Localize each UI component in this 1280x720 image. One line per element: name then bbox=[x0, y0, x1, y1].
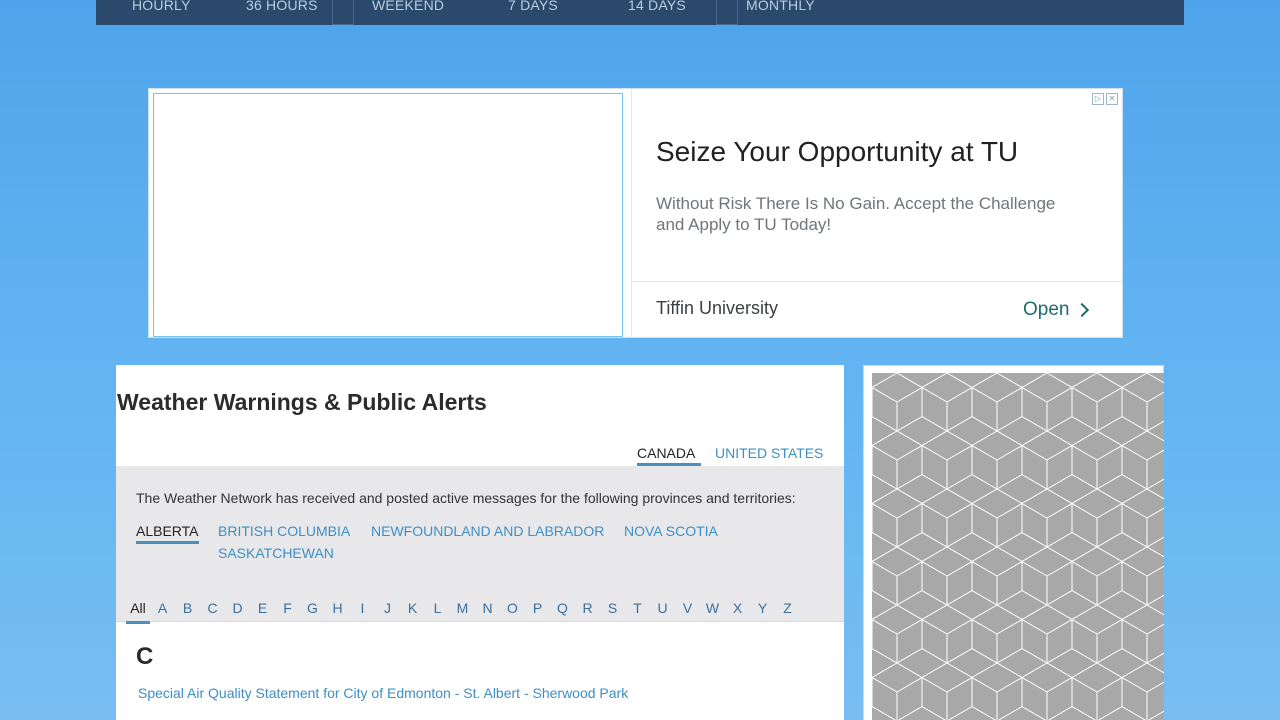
ad-info-icon[interactable]: ▷ bbox=[1092, 93, 1104, 105]
ad-description[interactable]: Without Risk There Is No Gain. Accept th… bbox=[656, 193, 1086, 235]
page-title: Weather Warnings & Public Alerts bbox=[117, 389, 487, 415]
tab-7-days[interactable]: 7 DAYS bbox=[508, 0, 558, 16]
side-ad-image[interactable] bbox=[872, 373, 1164, 720]
ad-advertiser[interactable]: Tiffin University bbox=[656, 298, 778, 319]
letter-filter-n[interactable]: N bbox=[475, 600, 500, 616]
letter-filter-i[interactable]: I bbox=[350, 600, 375, 616]
letter-filter-g[interactable]: G bbox=[300, 600, 325, 616]
province-newfoundland-and-labrador[interactable]: NEWFOUNDLAND AND LABRADOR bbox=[371, 523, 604, 539]
ad-divider bbox=[631, 281, 1122, 282]
letter-filter-b[interactable]: B bbox=[175, 600, 200, 616]
letter-filter-r[interactable]: R bbox=[575, 600, 600, 616]
province-alberta[interactable]: ALBERTA bbox=[136, 523, 199, 544]
tab-36-hours[interactable]: 36 HOURS bbox=[246, 0, 318, 16]
letter-filter-a[interactable]: A bbox=[150, 600, 175, 616]
adchoices[interactable]: ▷ ✕ bbox=[1090, 91, 1120, 107]
letter-section-heading: C bbox=[136, 643, 154, 670]
side-ad-slot[interactable] bbox=[863, 365, 1164, 720]
sponsored-ad[interactable]: ▷ ✕ Seize Your Opportunity at TU Without… bbox=[148, 88, 1123, 338]
letter-filter-c[interactable]: C bbox=[200, 600, 225, 616]
alert-link[interactable]: Special Air Quality Statement for City o… bbox=[138, 685, 628, 701]
letter-filter-q[interactable]: Q bbox=[550, 600, 575, 616]
weather-alerts-panel: Weather Warnings & Public Alerts CANADA … bbox=[116, 365, 844, 720]
tab-14-days[interactable]: 14 DAYS bbox=[628, 0, 686, 16]
forecast-nav: HOURLY 36 HOURS WEEKEND 7 DAYS 14 DAYS M… bbox=[96, 0, 1184, 25]
letter-filter-m[interactable]: M bbox=[450, 600, 475, 616]
province-saskatchewan[interactable]: SASKATCHEWAN bbox=[218, 545, 334, 561]
ad-headline[interactable]: Seize Your Opportunity at TU bbox=[656, 136, 1018, 168]
ad-open-button[interactable]: Open bbox=[1021, 296, 1097, 324]
letter-filter-o[interactable]: O bbox=[500, 600, 525, 616]
letter-filter-e[interactable]: E bbox=[250, 600, 275, 616]
active-letter-underline bbox=[126, 621, 150, 624]
ad-divider bbox=[631, 89, 632, 337]
tab-united-states[interactable]: UNITED STATES bbox=[715, 445, 823, 461]
letter-filter-k[interactable]: K bbox=[400, 600, 425, 616]
letter-filter-j[interactable]: J bbox=[375, 600, 400, 616]
letter-filter: All A B C D E F G H I J K L M N O P Q R … bbox=[126, 597, 800, 619]
hexagon-cube-pattern bbox=[872, 373, 1164, 720]
tab-monthly[interactable]: MONTHLY bbox=[746, 0, 815, 16]
letter-filter-p[interactable]: P bbox=[525, 600, 550, 616]
ad-close-icon[interactable]: ✕ bbox=[1106, 93, 1118, 105]
letter-filter-y[interactable]: Y bbox=[750, 600, 775, 616]
tab-canada[interactable]: CANADA bbox=[637, 445, 702, 466]
letter-filter-l[interactable]: L bbox=[425, 600, 450, 616]
letter-filter-h[interactable]: H bbox=[325, 600, 350, 616]
alerts-message: The Weather Network has received and pos… bbox=[136, 490, 796, 506]
letter-filter-w[interactable]: W bbox=[700, 600, 725, 616]
letter-filter-s[interactable]: S bbox=[600, 600, 625, 616]
letter-filter-d[interactable]: D bbox=[225, 600, 250, 616]
chevron-right-icon bbox=[1075, 302, 1090, 318]
letter-filter-z[interactable]: Z bbox=[775, 600, 800, 616]
ad-open-label: Open bbox=[1023, 299, 1070, 320]
letter-filter-v[interactable]: V bbox=[675, 600, 700, 616]
tab-hourly[interactable]: HOURLY bbox=[132, 0, 191, 16]
divider bbox=[116, 621, 844, 622]
ad-media[interactable] bbox=[153, 93, 623, 337]
letter-filter-t[interactable]: T bbox=[625, 600, 650, 616]
nav-separator bbox=[332, 0, 354, 25]
letter-filter-all[interactable]: All bbox=[126, 600, 150, 616]
tab-weekend[interactable]: WEEKEND bbox=[372, 0, 444, 16]
letter-filter-x[interactable]: X bbox=[725, 600, 750, 616]
province-british-columbia[interactable]: BRITISH COLUMBIA bbox=[218, 523, 350, 539]
province-nova-scotia[interactable]: NOVA SCOTIA bbox=[624, 523, 718, 539]
letter-filter-f[interactable]: F bbox=[275, 600, 300, 616]
nav-separator bbox=[716, 0, 738, 25]
letter-filter-u[interactable]: U bbox=[650, 600, 675, 616]
